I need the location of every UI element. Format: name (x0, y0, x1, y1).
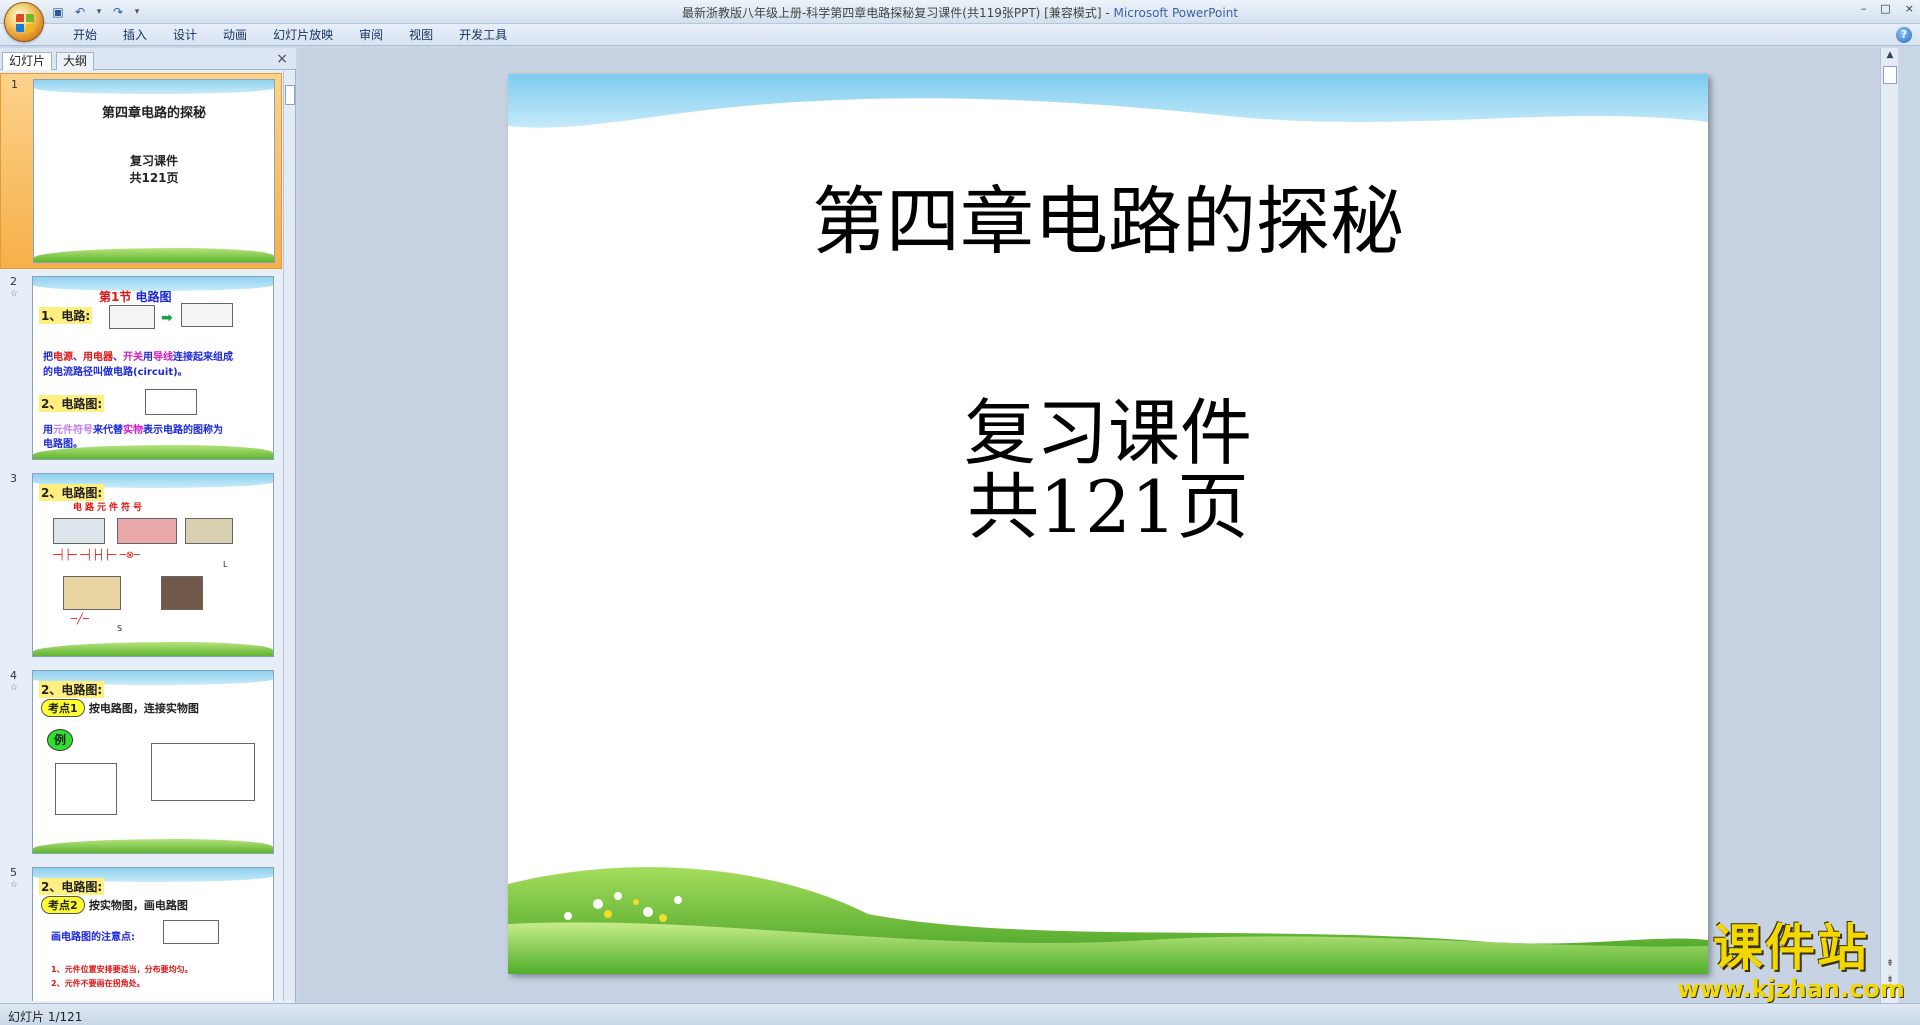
animation-icon: ☆ (10, 683, 19, 693)
maximize-button[interactable]: □ (1880, 2, 1890, 15)
office-button[interactable] (4, 2, 44, 42)
thumb-definition-2: 的电流路径叫做电路(circuit)。 (43, 367, 188, 378)
thumbnail-scrollbar[interactable] (283, 71, 295, 1001)
thumb-item-1: 1、电路: (39, 307, 93, 324)
arrow-icon: ➡ (161, 310, 173, 326)
tab-home[interactable]: 开始 (60, 27, 110, 43)
thumb-rule-1: 1、元件位置安排要适当，分布要均匀。 (51, 965, 193, 974)
thumb-rule-2: 2、元件不要画在拐角处。 (51, 979, 145, 988)
main-scrollbar[interactable]: ▲ ⇞ ⇟ (1880, 48, 1898, 1003)
thumbnail-row-2[interactable]: 2 ☆ 第1节 电路图 1、电路: ➡ 把电源、用电器、开关用导线连接起来组成 … (0, 271, 282, 467)
slide-number: 1 (11, 78, 18, 91)
slide-thumbnail-5[interactable]: 2、电路图: 考点2 按实物图，画电路图 画电路图的注意点: 1、元件位置安排要… (32, 867, 274, 1001)
thumb-description-2: 电路图。 (43, 439, 83, 450)
watermark-title: 课件站 (1713, 919, 1869, 977)
slide-number: 2 (10, 275, 17, 288)
slide-editing-area: 第四章电路的探秘 复习课件 共121页 ▲ ⇞ ⇟ (298, 48, 1898, 1003)
scroll-up-icon[interactable]: ▲ (1883, 50, 1897, 64)
thumb-item: 2、电路图: (39, 878, 105, 895)
thumb-subtitle-2: 共121页 (129, 171, 179, 185)
tab-design[interactable]: 设计 (160, 27, 210, 43)
thumb-section: 第1节 电路图 (99, 290, 172, 304)
tab-developer[interactable]: 开发工具 (446, 27, 520, 43)
thumbnail-row-1[interactable]: 1 第四章电路的探秘 复习课件 共121页 (0, 73, 282, 269)
slide-thumbnail-2[interactable]: 第1节 电路图 1、电路: ➡ 把电源、用电器、开关用导线连接起来组成 的电流路… (32, 276, 274, 460)
scrollbar-thumb[interactable] (285, 85, 295, 105)
thumb-subtitle: 电路元件符号 (73, 503, 146, 513)
document-title: 最新浙教版八年级上册-科学第四章电路探秘复习课件(共119张PPT) [兼容模式… (681, 6, 1102, 20)
bulb-holder-figure (185, 518, 233, 544)
slide-number: 5 (10, 866, 17, 879)
circuit-diagram-figure (145, 389, 197, 415)
current-slide[interactable]: 第四章电路的探秘 复习课件 共121页 (508, 74, 1708, 974)
thumbnail-row-3[interactable]: 3 2、电路图: 电路元件符号 ─┤├─ ─┤├┤├─ ─⊗─ L ─╱─ S (0, 468, 282, 664)
tab-insert[interactable]: 插入 (110, 27, 160, 43)
tab-slideshow[interactable]: 幻灯片放映 (260, 27, 346, 43)
battery-figure (53, 518, 105, 544)
circuit-figure-2 (181, 303, 233, 327)
label-l: L (223, 560, 228, 569)
animation-icon: ☆ (10, 880, 19, 890)
title-bar: ▣ ↶ ▾ ↷ ▾ 最新浙教版八年级上册-科学第四章电路探秘复习课件(共119张… (0, 0, 1920, 42)
app-name: Microsoft PowerPoint (1113, 6, 1239, 20)
example-badge: 例 (47, 729, 73, 751)
thumb-item: 2、电路图: (39, 681, 105, 698)
tab-outline[interactable]: 大纲 (56, 52, 95, 70)
label-s: S (117, 624, 123, 633)
circuit-diagram-figure (163, 920, 219, 944)
battery-pack-figure (117, 518, 177, 544)
ribbon-tabs-bar: 开始 插入 设计 动画 幻灯片放映 审阅 视图 开发工具 ? (0, 24, 1920, 46)
ribbon-tabs: 开始 插入 设计 动画 幻灯片放映 审阅 视图 开发工具 (60, 27, 520, 43)
symbol-row: ─┤├─ ─┤├┤├─ ─⊗─ (53, 550, 140, 561)
sky-decoration (508, 74, 1708, 128)
thumb-description: 用元件符号来代替实物表示电路的图称为 (43, 425, 223, 436)
grass-decoration (508, 867, 1708, 974)
status-bar: 幻灯片 1/121 (0, 1003, 1920, 1025)
thumb-note: 画电路图的注意点: (51, 932, 135, 943)
animation-icon: ☆ (10, 289, 19, 299)
site-watermark: 课件站 www.kjzhan.com (1666, 919, 1916, 1003)
thumbnail-row-5[interactable]: 5 ☆ 2、电路图: 考点2 按实物图，画电路图 画电路图的注意点: 1、元件位… (0, 862, 282, 1001)
slide-counter: 幻灯片 1/121 (8, 1010, 83, 1024)
tab-animation[interactable]: 动画 (210, 27, 260, 43)
thumbnail-list: 1 第四章电路的探秘 复习课件 共121页 2 ☆ 第1节 电路图 1、电路: … (0, 71, 282, 1001)
thumbnail-row-4[interactable]: 4 ☆ 2、电路图: 考点1 按电路图，连接实物图 例 (0, 665, 282, 861)
close-button[interactable]: × (1905, 2, 1914, 15)
circuit-diagram-figure (55, 763, 117, 815)
thumb-pill-line: 考点2 按实物图，画电路图 (41, 896, 188, 914)
watermark-url: www.kjzhan.com (1677, 975, 1905, 1003)
thumb-subtitle-1: 复习课件 (129, 154, 178, 168)
slide-title[interactable]: 第四章电路的探秘 (508, 162, 1708, 269)
office-logo-icon (16, 14, 34, 32)
thumb-item-2: 2、电路图: (39, 395, 105, 412)
scrollbar-thumb[interactable] (1883, 66, 1897, 84)
help-icon[interactable]: ? (1896, 27, 1912, 43)
panel-tabs: 幻灯片 大纲 × (0, 48, 296, 70)
tab-review[interactable]: 审阅 (346, 27, 396, 43)
slide-subtitle-2[interactable]: 共121页 (508, 448, 1708, 553)
slides-panel: 幻灯片 大纲 × 1 第四章电路的探秘 复习课件 共121页 2 ☆ 第1节 电… (0, 48, 296, 1003)
switch-symbol: ─╱─ (71, 614, 90, 625)
window-title: 最新浙教版八年级上册-科学第四章电路探秘复习课件(共119张PPT) [兼容模式… (681, 6, 1239, 20)
thumb-pill-line: 考点1 按电路图，连接实物图 (41, 699, 199, 717)
circuit-figure (109, 305, 155, 329)
slide-number: 4 (10, 669, 17, 682)
thumb-title: 第四章电路的探秘 (101, 106, 206, 121)
slide-thumbnail-4[interactable]: 2、电路图: 考点1 按电路图，连接实物图 例 (32, 670, 274, 854)
switch-figure (63, 576, 121, 610)
panel-close-icon[interactable]: × (276, 51, 288, 67)
window-controls: – □ × (1861, 2, 1914, 15)
physical-circuit-figure (151, 743, 255, 801)
tab-slides[interactable]: 幻灯片 (2, 52, 53, 70)
slide-thumbnail-3[interactable]: 2、电路图: 电路元件符号 ─┤├─ ─┤├┤├─ ─⊗─ L ─╱─ S (32, 473, 274, 657)
tab-view[interactable]: 视图 (396, 27, 446, 43)
slide-thumbnail-1[interactable]: 第四章电路的探秘 复习课件 共121页 (33, 79, 275, 263)
slide-number: 3 (10, 472, 17, 485)
thumb-definition: 把电源、用电器、开关用导线连接起来组成 (43, 352, 233, 363)
minimize-button[interactable]: – (1861, 2, 1867, 15)
meter-figure (161, 576, 203, 610)
thumb-item: 2、电路图: (39, 484, 105, 501)
